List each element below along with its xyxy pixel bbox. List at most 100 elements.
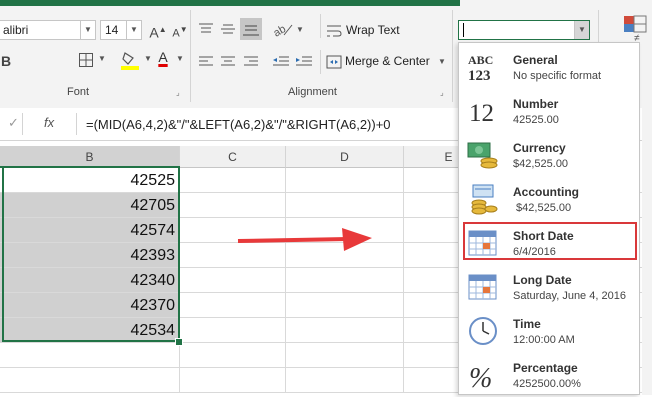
ribbon-right-edge [642,42,652,395]
align-right-button[interactable] [243,55,259,69]
cell[interactable] [180,293,286,318]
merge-cells-icon [326,55,342,69]
cell[interactable] [286,343,404,368]
formula-bar-divider [22,113,23,135]
align-left-button[interactable] [198,55,214,69]
option-sample: Saturday, June 4, 2016 [513,290,626,302]
font-size-value: 14 [105,23,119,37]
red-arrow-icon [237,228,372,251]
number-format-option-percentage[interactable]: % Percentage 4252500.00% [459,353,639,397]
general-abc-123-icon: ABC 123 [467,51,497,84]
cell[interactable] [286,368,404,393]
cell[interactable] [180,318,286,343]
font-color-icon: A [158,49,168,65]
orientation-icon: ab [271,23,293,40]
formula-input[interactable]: =(MID(A6,4,2)&"/"&LEFT(A6,2)&"/"&RIGHT(A… [86,117,391,132]
top-align-button[interactable] [198,22,214,36]
cell-b[interactable]: 42534 [0,318,180,343]
option-sample: 4252500.00% [513,378,581,390]
increase-indent-button[interactable] [295,55,313,69]
number-format-combo[interactable]: ▼ [458,20,590,40]
align-center-button[interactable] [220,55,236,69]
align-center-icon [221,56,235,66]
align-right-icon [244,56,258,66]
cell[interactable] [286,268,404,293]
insert-function-button[interactable]: fx [44,115,54,130]
bottom-align-button[interactable] [240,18,262,40]
option-sample: $42,525.00 [513,202,572,214]
cell-b[interactable]: 42340 [0,268,180,293]
cell-b[interactable]: 42393 [0,243,180,268]
orientation-button[interactable]: ab [271,20,294,40]
cell-b[interactable]: 42525 [0,168,180,193]
chevron-down-icon: ▼ [80,21,95,39]
cell[interactable] [286,318,404,343]
decrease-indent-icon [273,56,289,66]
cell-b[interactable] [0,368,180,393]
option-sample: $42,525.00 [513,158,569,170]
borders-button[interactable] [78,52,94,68]
cell[interactable] [286,193,404,218]
short-date-highlight [463,222,637,260]
number-format-option-currency[interactable]: Currency $42,525.00 [459,133,639,177]
wrap-text-button[interactable]: Wrap Text [326,22,400,40]
decrease-indent-button[interactable] [272,55,290,69]
percent-icon: % [467,359,497,394]
cell-b[interactable] [0,343,180,368]
number-format-option-number[interactable]: 12 Number 42525.00 [459,89,639,133]
dialog-launcher-icon[interactable]: ⌟ [176,88,180,97]
number-format-option-time[interactable]: Time 12:00:00 AM [459,309,639,353]
column-header-b[interactable]: B [0,146,180,168]
shrink-font-button[interactable]: A▼ [170,21,190,43]
font-size-combo[interactable]: 14 ▼ [100,20,142,40]
chevron-down-icon[interactable]: ▼ [296,25,304,34]
cell[interactable] [180,268,286,293]
cell[interactable] [286,293,404,318]
option-title: Time [513,317,541,331]
font-color-button[interactable]: A [154,49,172,71]
chevron-down-icon: ▼ [126,21,141,39]
font-name-value: alibri [3,23,29,37]
conditional-formatting-button[interactable]: ≠ [620,14,652,44]
font-name-combo[interactable]: alibri ▼ [0,20,96,40]
number-format-option-general[interactable]: ABC 123 General No specific format [459,45,639,89]
alignment-group-label: Alignment [288,86,337,98]
option-title: Number [513,97,559,111]
column-header-d[interactable]: D [286,146,404,168]
option-title: General [513,53,558,67]
cell-b[interactable]: 42705 [0,193,180,218]
chevron-down-icon[interactable]: ▼ [176,54,184,63]
dialog-launcher-icon[interactable]: ⌟ [440,88,444,97]
check-icon[interactable]: ✓ [8,115,19,131]
merge-center-button[interactable]: Merge & Center ▼ [326,54,450,72]
cell[interactable] [180,168,286,193]
group-separator [190,10,191,102]
fill-color-button[interactable] [120,50,140,70]
fill-handle[interactable] [175,338,183,346]
cell[interactable] [180,368,286,393]
borders-icon [79,53,93,67]
chevron-down-icon: ▼ [438,57,446,66]
svg-text:12: 12 [469,100,494,127]
number-format-option-accounting[interactable]: Accounting $42,525.00 [459,177,639,221]
column-header-c[interactable]: C [180,146,286,168]
cell[interactable] [286,168,404,193]
number-format-option-long-date[interactable]: Long Date Saturday, June 4, 2016 [459,265,639,309]
cell-b[interactable]: 42370 [0,293,180,318]
option-title: Accounting [513,185,579,199]
chevron-down-icon[interactable]: ▼ [98,54,106,63]
number-format-dropdown: ABC 123 General No specific format 12 Number 4… [458,42,640,395]
cell[interactable] [180,193,286,218]
cell[interactable] [180,343,286,368]
grow-font-button[interactable]: A▲ [148,21,168,42]
middle-align-button[interactable] [220,22,236,36]
formula-bar-divider [76,113,77,135]
bold-button[interactable]: B [0,52,12,70]
ribbon-top-strip [0,0,460,6]
align-middle-icon [221,24,235,34]
chevron-down-icon: ▼ [574,21,589,39]
cell-b[interactable]: 42574 [0,218,180,243]
wrap-text-icon [327,25,342,37]
option-title: Currency [513,141,566,155]
chevron-down-icon[interactable]: ▼ [144,54,152,63]
